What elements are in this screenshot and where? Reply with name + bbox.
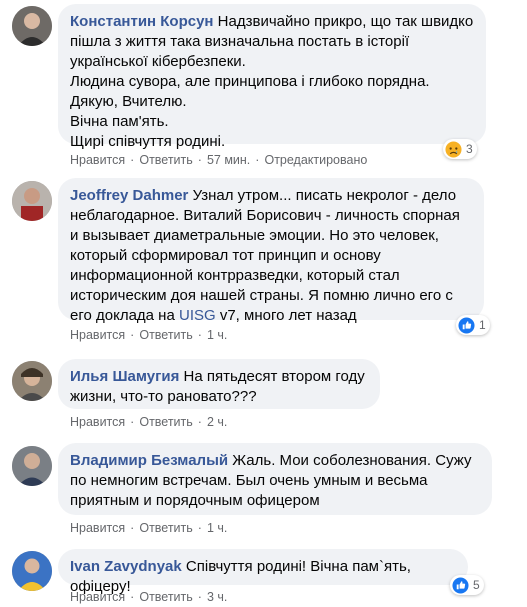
avatar[interactable] bbox=[12, 6, 52, 46]
reaction-count: 5 bbox=[473, 578, 480, 592]
separator: · bbox=[255, 153, 260, 167]
like-button[interactable]: Нравится bbox=[70, 590, 125, 604]
comment-author[interactable]: Константин Корсун bbox=[70, 13, 214, 30]
edited-label: Отредактировано bbox=[264, 153, 368, 167]
comment-text-start: Узнал утром... писать некролог - дело не… bbox=[70, 187, 465, 324]
separator: · bbox=[130, 521, 135, 535]
comment-text: Надзвичайно прикро, що так швидко пішла … bbox=[70, 13, 474, 150]
separator: · bbox=[130, 590, 135, 604]
comment-time[interactable]: 3 ч. bbox=[207, 590, 227, 604]
comment-bubble: Владимир Безмалый Жаль. Мои соболезнован… bbox=[58, 443, 492, 515]
comment-actions: Нравится · Ответить · 1 ч. bbox=[70, 520, 227, 536]
avatar[interactable] bbox=[12, 181, 52, 221]
reaction-count: 1 bbox=[479, 318, 486, 332]
comment-author[interactable]: Илья Шамугия bbox=[70, 368, 179, 385]
comment-bubble: Ivan Zavydnyak Співчуття родині! Вічна п… bbox=[58, 549, 468, 595]
like-button[interactable]: Нравится bbox=[70, 328, 125, 342]
like-button[interactable]: Нравится bbox=[70, 153, 125, 167]
comment-author[interactable]: Jeoffrey Dahmer bbox=[70, 187, 188, 204]
comment-bubble: Jeoffrey Dahmer Узнал утром... писать не… bbox=[58, 178, 484, 324]
uisg-link[interactable]: UISG bbox=[179, 307, 216, 324]
separator: · bbox=[197, 153, 202, 167]
comment-actions: Нравится · Ответить · 57 мин. · Отредактирован… bbox=[70, 152, 367, 168]
reaction-count: 3 bbox=[466, 142, 473, 156]
sad-emoji-icon bbox=[445, 140, 462, 158]
separator: · bbox=[130, 153, 135, 167]
avatar[interactable] bbox=[12, 361, 52, 401]
like-button[interactable]: Нравится bbox=[70, 415, 125, 429]
reply-button[interactable]: Ответить bbox=[139, 415, 192, 429]
separator: · bbox=[197, 590, 202, 604]
comment-actions: Нравится · Ответить · 2 ч. bbox=[70, 414, 227, 430]
comment-bubble: Илья Шамугия На пятьдесят втором году жи… bbox=[58, 359, 380, 409]
comment-text-end: v7, много лет назад bbox=[215, 307, 357, 324]
separator: · bbox=[130, 328, 135, 342]
comment-time[interactable]: 1 ч. bbox=[207, 521, 227, 535]
reply-button[interactable]: Ответить bbox=[139, 521, 192, 535]
reaction-summary[interactable]: 1 bbox=[456, 315, 490, 335]
like-icon bbox=[458, 316, 475, 334]
like-button[interactable]: Нравится bbox=[70, 521, 125, 535]
reply-button[interactable]: Ответить bbox=[139, 590, 192, 604]
separator: · bbox=[197, 415, 202, 429]
avatar[interactable] bbox=[12, 446, 52, 486]
comment-actions: Нравится · Ответить · 1 ч. bbox=[70, 327, 227, 343]
comment-author[interactable]: Ivan Zavydnyak bbox=[70, 558, 182, 575]
reply-button[interactable]: Ответить bbox=[139, 153, 192, 167]
comment-time[interactable]: 1 ч. bbox=[207, 328, 227, 342]
separator: · bbox=[197, 521, 202, 535]
comment-time[interactable]: 2 ч. bbox=[207, 415, 227, 429]
reaction-summary[interactable]: 5 bbox=[450, 575, 484, 595]
comment-author[interactable]: Владимир Безмалый bbox=[70, 452, 228, 469]
separator: · bbox=[197, 328, 202, 342]
comment-actions: Нравится · Ответить · 3 ч. bbox=[70, 589, 227, 605]
separator: · bbox=[130, 415, 135, 429]
comment-time[interactable]: 57 мин. bbox=[207, 153, 250, 167]
reaction-summary[interactable]: 3 bbox=[443, 139, 477, 159]
comment-bubble: Константин Корсун Надзвичайно прикро, що… bbox=[58, 4, 486, 150]
reply-button[interactable]: Ответить bbox=[139, 328, 192, 342]
avatar[interactable] bbox=[12, 551, 52, 591]
like-icon bbox=[452, 576, 469, 594]
